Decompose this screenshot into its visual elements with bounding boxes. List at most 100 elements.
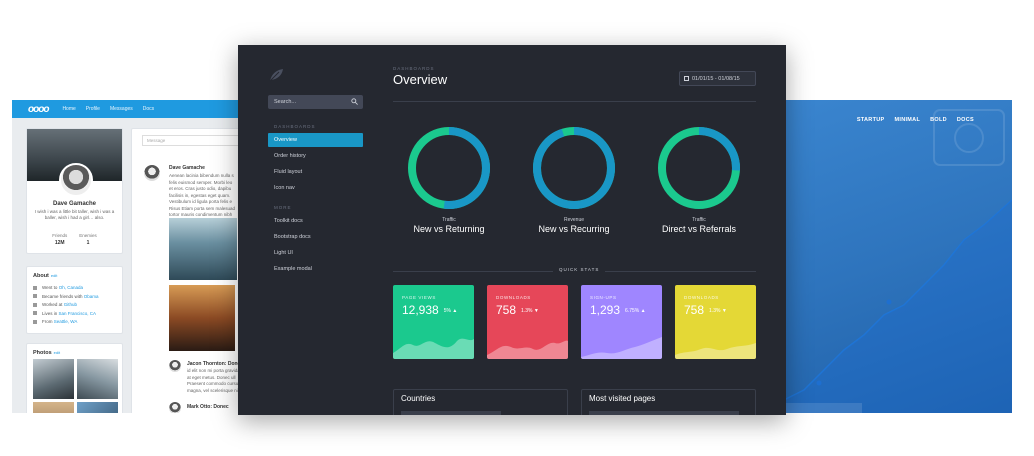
nav-link-messages[interactable]: Messages bbox=[110, 106, 133, 112]
dashboard-window: Search... DASHBOARDS Overview Order hist… bbox=[238, 45, 786, 415]
nav-link-docs[interactable]: Docs bbox=[143, 106, 154, 112]
avatar[interactable] bbox=[144, 165, 160, 181]
location-icon bbox=[33, 319, 37, 324]
about-item: Went to Oh, Canada bbox=[33, 284, 116, 293]
about-item-text: Went to bbox=[42, 285, 59, 290]
sidebar-section-more: MORE bbox=[274, 205, 292, 210]
nav-link-docs[interactable]: DOCS bbox=[957, 117, 974, 123]
social-logo[interactable]: oooo bbox=[28, 104, 49, 115]
about-item-text: Lives in bbox=[42, 310, 59, 316]
social-navbar: oooo Home Profile Messages Docs bbox=[12, 100, 250, 118]
about-item-link[interactable]: Obama bbox=[84, 294, 99, 299]
dashboard-main: DASHBOARDS Overview 01/01/15 - 01/08/15 … bbox=[393, 45, 756, 415]
avatar[interactable] bbox=[169, 402, 181, 413]
sidebar-item-overview[interactable]: Overview bbox=[268, 133, 363, 147]
post-author[interactable]: Dave Gamache bbox=[169, 165, 205, 171]
donut-graphic bbox=[658, 127, 740, 209]
landing-background-art bbox=[784, 109, 1012, 413]
stat-delta: 1.3% ▼ bbox=[709, 308, 727, 314]
photos-edit-link[interactable]: edit bbox=[54, 350, 60, 355]
stat-label: DOWNLOADS bbox=[496, 295, 531, 300]
search-icon[interactable] bbox=[351, 98, 358, 105]
enemies-label: Enemies bbox=[79, 233, 97, 238]
nav-link-home[interactable]: Home bbox=[62, 106, 75, 112]
message-input[interactable]: Message bbox=[142, 135, 242, 146]
date-range-picker[interactable]: 01/01/15 - 01/08/15 bbox=[679, 71, 756, 86]
countries-panel: Countries bbox=[393, 389, 568, 415]
about-item-link[interactable]: Seattle, WA bbox=[54, 319, 78, 324]
divider bbox=[393, 101, 756, 102]
donut-caption: Traffic bbox=[692, 217, 706, 223]
stat-value: 758 bbox=[684, 303, 705, 317]
comment-author[interactable]: Mark Otto: Donec bbox=[187, 404, 229, 410]
about-item-link[interactable]: Oh, Canada bbox=[59, 285, 83, 290]
home-icon bbox=[33, 311, 37, 316]
stat-value: 758 bbox=[496, 303, 517, 317]
stat-card-page-views[interactable]: PAGE VIEWS 12,938 5% ▲ bbox=[393, 285, 474, 359]
post-image[interactable] bbox=[169, 285, 235, 351]
table-row[interactable] bbox=[589, 411, 739, 415]
stat-label: SIGN-UPS bbox=[590, 295, 617, 300]
donut-graphic bbox=[408, 127, 490, 209]
nav-link-startup[interactable]: STARTUP bbox=[857, 117, 885, 123]
sidebar-item-icon-nav[interactable]: Icon nav bbox=[268, 181, 363, 195]
sparkline bbox=[675, 343, 756, 359]
sidebar-item-light-ui[interactable]: Light UI bbox=[268, 246, 363, 260]
sidebar-section-dashboards: DASHBOARDS bbox=[274, 124, 316, 129]
leaf-logo-icon[interactable] bbox=[268, 67, 284, 83]
sparkline bbox=[393, 338, 474, 359]
about-item-link[interactable]: San Francisco, CA bbox=[59, 311, 97, 316]
photo-thumbnail[interactable] bbox=[77, 402, 118, 413]
profile-bio: I wish i was a little bit taller, wish i… bbox=[34, 209, 115, 220]
stat-card-sign-ups[interactable]: SIGN-UPS 1,293 6.75% ▲ bbox=[581, 285, 662, 359]
donut-graphic bbox=[533, 127, 615, 209]
stat-delta: 6.75% ▲ bbox=[625, 308, 646, 314]
friends-stat[interactable]: Friends 12M bbox=[52, 233, 67, 246]
donut-label: New vs Recurring bbox=[538, 224, 610, 234]
about-edit-link[interactable]: edit bbox=[51, 273, 57, 278]
donut-segment-primary bbox=[533, 127, 615, 209]
post-text: Aenean lacinia bibendum nulla s felis eu… bbox=[169, 173, 236, 217]
sidebar-item-order-history[interactable]: Order history bbox=[268, 149, 363, 163]
about-item: Worked at Github bbox=[33, 301, 116, 310]
photo-thumbnail[interactable] bbox=[33, 402, 74, 413]
stat-card-downloads[interactable]: DOWNLOADS 758 1.3% ▼ bbox=[487, 285, 568, 359]
landing-page-preview: STARTUP MINIMAL BOLD DOCS bbox=[784, 100, 1012, 413]
photo-thumbnail[interactable] bbox=[33, 359, 74, 399]
sparkline bbox=[487, 340, 568, 359]
sidebar-item-example-modal[interactable]: Example modal bbox=[268, 262, 363, 276]
sidebar-item-bootstrap-docs[interactable]: Bootstrap docs bbox=[268, 230, 363, 244]
stat-value-wrap: 758 1.3% ▼ bbox=[496, 303, 539, 317]
post-image[interactable] bbox=[169, 218, 237, 280]
photo-thumbnail[interactable] bbox=[77, 359, 118, 399]
search-input[interactable]: Search... bbox=[268, 95, 363, 109]
profile-stats: Friends 12M Enemies 1 bbox=[27, 233, 122, 246]
profile-name[interactable]: Dave Gamache bbox=[27, 201, 122, 207]
photos-heading: Photos edit bbox=[33, 350, 116, 356]
nav-link-minimal[interactable]: MINIMAL bbox=[894, 117, 920, 123]
donut-chart: Traffic Direct vs Referrals bbox=[655, 125, 743, 234]
friends-label: Friends bbox=[52, 233, 68, 238]
stat-card-downloads-2[interactable]: DOWNLOADS 758 1.3% ▼ bbox=[675, 285, 756, 359]
nav-link-profile[interactable]: Profile bbox=[86, 106, 100, 112]
about-item: From Seattle, WA bbox=[33, 318, 116, 327]
comment-author[interactable]: Jacon Thornton: Donec bbox=[187, 361, 243, 367]
users-icon bbox=[33, 294, 37, 299]
about-item-text: Worked at bbox=[42, 302, 64, 307]
avatar[interactable] bbox=[59, 163, 93, 197]
table-row[interactable] bbox=[401, 411, 501, 415]
about-item-link[interactable]: Github bbox=[64, 302, 77, 307]
sidebar-item-fluid-layout[interactable]: Fluid layout bbox=[268, 165, 363, 179]
nav-link-bold[interactable]: BOLD bbox=[930, 117, 947, 123]
avatar[interactable] bbox=[169, 360, 181, 372]
enemies-stat[interactable]: Enemies 1 bbox=[79, 233, 97, 246]
sidebar-item-toolkit-docs[interactable]: Toolkit docs bbox=[268, 214, 363, 228]
about-item: Became friends with Obama bbox=[33, 293, 116, 302]
about-heading: About edit bbox=[33, 273, 116, 279]
breadcrumb: DASHBOARDS bbox=[393, 66, 435, 71]
stat-label: PAGE VIEWS bbox=[402, 295, 436, 300]
donut-label: New vs Returning bbox=[413, 224, 485, 234]
donut-chart: Traffic New vs Returning bbox=[405, 125, 493, 234]
sidebar: Search... DASHBOARDS Overview Order hist… bbox=[238, 45, 375, 415]
showcase-stage: oooo Home Profile Messages Docs Dave Gam… bbox=[0, 0, 1034, 456]
